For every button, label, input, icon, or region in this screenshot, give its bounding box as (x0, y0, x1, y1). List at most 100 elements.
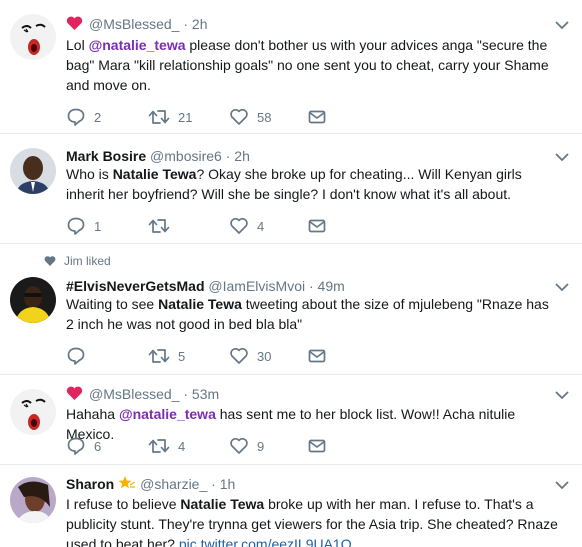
chevron-down-icon[interactable] (554, 389, 570, 401)
tweet-text: I refuse to believe Natalie Tewa broke u… (66, 494, 560, 547)
user-handle[interactable]: @MsBlessed_ (89, 386, 179, 402)
tweet-actions: 6 4 9 (66, 435, 366, 457)
chevron-down-icon[interactable] (554, 281, 570, 293)
reply-button[interactable]: 2 (66, 106, 101, 128)
reply-button[interactable] (66, 345, 94, 367)
avatar-elvis[interactable] (10, 277, 56, 323)
display-name[interactable]: Sharon (66, 476, 114, 492)
display-name[interactable]: Mark Bosire (66, 148, 146, 164)
avatar-mark-bosire[interactable] (10, 148, 56, 194)
text-segment: Lol (66, 37, 89, 53)
user-handle[interactable]: @MsBlessed_ (89, 16, 179, 32)
like-count: 58 (257, 109, 272, 125)
heart-emoji-icon (66, 16, 83, 30)
tweet-1[interactable]: @MsBlessed_ · 2h Lol @natalie_tewa pleas… (0, 0, 582, 134)
tweet-text: Who is Natalie Tewa? Okay she broke up f… (66, 164, 560, 204)
envelope-icon (308, 219, 326, 233)
star-emoji-icon (118, 476, 136, 489)
tweet-header: @MsBlessed_ · 53m (66, 385, 219, 403)
timestamp[interactable]: 49m (318, 278, 345, 294)
tweet-5[interactable]: Sharon @sharzie_ · 1h I refuse to believ… (0, 465, 582, 547)
retweet-icon (148, 439, 170, 453)
tweet-4[interactable]: @MsBlessed_ · 53m Hahaha @natalie_tewa h… (0, 375, 582, 465)
tweet-text: Waiting to see Natalie Tewa tweeting abo… (66, 294, 560, 334)
retweet-button[interactable]: 5 (148, 345, 185, 367)
reply-button[interactable]: 6 (66, 435, 101, 457)
chevron-down-icon[interactable] (554, 479, 570, 491)
direct-message-button[interactable] (307, 435, 335, 457)
tweet-header: @MsBlessed_ · 2h (66, 15, 208, 33)
like-count: 30 (257, 348, 272, 364)
chevron-down-icon[interactable] (554, 151, 570, 163)
social-context-text[interactable]: Jim liked (64, 254, 111, 268)
retweet-button[interactable]: 21 (148, 106, 192, 128)
tweet-header: #ElvisNeverGetsMad @IamElvisMvoi · 49m (66, 277, 345, 295)
tweet-2[interactable]: Mark Bosire @mbosire6 · 2h Who is Natali… (0, 134, 582, 244)
text-segment: I refuse to believe (66, 496, 181, 512)
reply-count: 1 (94, 218, 102, 234)
text-segment: Who is (66, 166, 113, 182)
like-count: 9 (257, 438, 265, 454)
like-button[interactable]: 9 (229, 435, 264, 457)
social-context: Jim liked (44, 254, 111, 268)
chevron-down-icon[interactable] (554, 19, 570, 31)
direct-message-button[interactable] (307, 345, 335, 367)
retweet-count: 4 (178, 438, 186, 454)
mention-link[interactable]: @natalie_tewa (89, 37, 186, 53)
heart-icon (230, 108, 248, 125)
tweet-actions: 1 4 (66, 215, 366, 237)
highlighted-term: Natalie Tewa (112, 166, 197, 182)
reply-count: 2 (94, 109, 102, 125)
retweet-button[interactable]: 4 (148, 435, 185, 457)
timestamp[interactable]: 2h (234, 148, 250, 164)
reply-icon (67, 108, 85, 126)
display-name[interactable]: #ElvisNeverGetsMad (66, 278, 205, 294)
timestamp[interactable]: 2h (192, 16, 208, 32)
reply-icon (67, 217, 85, 235)
retweet-count: 5 (178, 348, 186, 364)
user-handle[interactable]: @mbosire6 (150, 148, 222, 164)
like-count: 4 (257, 218, 265, 234)
reply-icon (67, 437, 85, 455)
like-button[interactable]: 4 (229, 215, 264, 237)
tweet-header: Sharon @sharzie_ · 1h (66, 475, 235, 493)
retweet-button[interactable] (148, 215, 178, 237)
avatar-msblessed[interactable] (10, 389, 56, 435)
envelope-icon (308, 110, 326, 124)
heart-icon (230, 217, 248, 234)
mention-link[interactable]: @natalie_tewa (119, 406, 216, 422)
heart-icon (230, 347, 248, 364)
like-button[interactable]: 58 (229, 106, 271, 128)
timestamp[interactable]: 53m (192, 386, 219, 402)
tweet-header: Mark Bosire @mbosire6 · 2h (66, 147, 250, 165)
media-link[interactable]: pic.twitter.com/eezIL9UA1Q (179, 536, 352, 547)
tweet-text: Lol @natalie_tewa please don't bother us… (66, 35, 560, 95)
tweet-3[interactable]: Jim liked #ElvisNeverGetsMad @IamElvisMv… (0, 244, 582, 375)
reply-count: 6 (94, 438, 102, 454)
text-segment: Waiting to see (66, 296, 159, 312)
avatar-sharon[interactable] (10, 477, 56, 523)
direct-message-button[interactable] (307, 215, 335, 237)
avatar-msblessed[interactable] (10, 14, 56, 60)
direct-message-button[interactable] (307, 106, 335, 128)
envelope-icon (308, 439, 326, 453)
timestamp[interactable]: 1h (220, 476, 236, 492)
user-handle[interactable]: @sharzie_ (140, 476, 207, 492)
reply-icon (67, 347, 85, 365)
heart-icon (44, 256, 56, 266)
separator-dot: · (308, 278, 314, 294)
tweet-actions: 2 21 58 (66, 106, 366, 128)
reply-button[interactable]: 1 (66, 215, 101, 237)
highlighted-term: Natalie Tewa (180, 496, 265, 512)
heart-icon (230, 437, 248, 454)
text-segment: Hahaha (66, 406, 119, 422)
heart-emoji-icon (66, 386, 83, 400)
user-handle[interactable]: @IamElvisMvoi (208, 278, 305, 294)
highlighted-term: Natalie Tewa (158, 296, 242, 312)
like-button[interactable]: 30 (229, 345, 271, 367)
retweet-icon (148, 110, 170, 124)
tweet-actions: 5 30 (66, 345, 366, 367)
envelope-icon (308, 349, 326, 363)
retweet-icon (148, 219, 170, 233)
retweet-icon (148, 349, 170, 363)
